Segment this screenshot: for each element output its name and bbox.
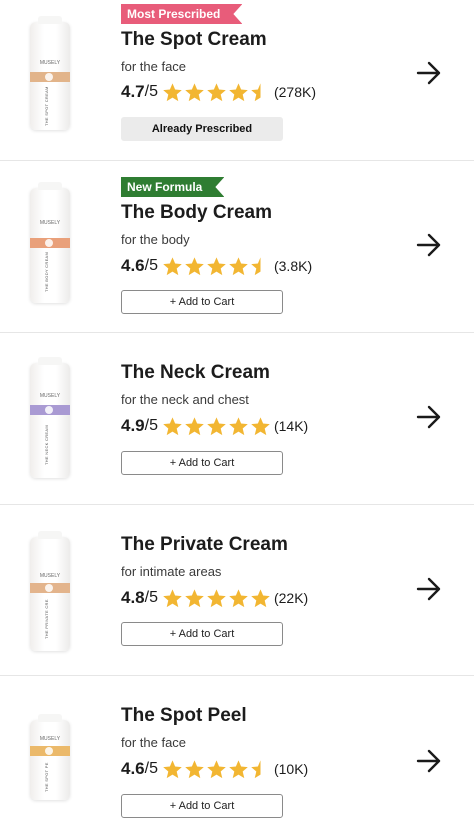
product-list: MUSELY THE SPOT CREAM Most Prescribed Th…: [0, 0, 474, 835]
review-count: (14K): [273, 418, 309, 434]
rating: 4.6 /5 (3.8K): [121, 254, 312, 278]
rating-max: /5: [144, 257, 158, 274]
star-icon: [251, 256, 270, 275]
product-title[interactable]: The Spot Cream: [121, 29, 267, 51]
arrow-right-icon[interactable]: [415, 575, 443, 603]
star-icon: [251, 759, 270, 778]
product-title[interactable]: The Spot Peel: [121, 705, 247, 727]
star-icon: [185, 82, 204, 101]
star-icon: [207, 759, 226, 778]
star-icon: [163, 588, 182, 607]
star-icon: [207, 256, 226, 275]
star-rating: [162, 416, 272, 437]
product-image: MUSELY THE PRIVATE CREAM: [30, 531, 70, 651]
rating-max: /5: [144, 83, 158, 100]
product-subtitle: for the face: [121, 59, 187, 74]
product-card[interactable]: MUSELY THE NECK CREAM The Neck Cream for…: [0, 333, 474, 505]
already-prescribed-button[interactable]: Already Prescribed: [121, 117, 283, 141]
badge-new-formula: New Formula: [121, 177, 224, 197]
product-title[interactable]: The Body Cream: [121, 202, 272, 224]
rating-max: /5: [144, 417, 158, 434]
product-subtitle: for the face: [121, 735, 187, 750]
arrow-right-icon[interactable]: [415, 747, 443, 775]
product-image: MUSELY THE BODY CREAM: [30, 182, 70, 303]
product-image-band: [30, 405, 70, 415]
product-title[interactable]: The Neck Cream: [121, 362, 270, 384]
rating: 4.8 /5 (22K): [121, 586, 308, 610]
product-card[interactable]: MUSELY THE BODY CREAM New Formula The Bo…: [0, 161, 474, 333]
review-count: (3.8K): [273, 258, 313, 274]
arrow-right-icon[interactable]: [415, 403, 443, 431]
product-image-band: [30, 583, 70, 593]
rating-score: 4.6: [121, 256, 145, 275]
star-rating: [162, 588, 272, 609]
product-image: MUSELY THE SPOT PEEL: [30, 714, 70, 800]
star-icon: [229, 416, 248, 435]
star-icon: [163, 256, 182, 275]
rating: 4.9 /5 (14K): [121, 414, 308, 438]
product-subtitle: for intimate areas: [121, 564, 222, 579]
star-icon: [185, 416, 204, 435]
product-card[interactable]: MUSELY THE SPOT CREAM Most Prescribed Th…: [0, 0, 474, 161]
star-icon: [251, 416, 270, 435]
star-icon: [207, 82, 226, 101]
star-icon: [229, 82, 248, 101]
star-icon: [207, 588, 226, 607]
rating-max: /5: [144, 760, 158, 777]
review-count: (10K): [273, 761, 309, 777]
product-image-band: [30, 746, 70, 756]
star-icon: [163, 759, 182, 778]
star-icon: [163, 82, 182, 101]
arrow-right-icon[interactable]: [415, 231, 443, 259]
star-icon: [185, 588, 204, 607]
star-icon: [229, 759, 248, 778]
star-rating: [162, 256, 272, 277]
rating-score: 4.9: [121, 416, 145, 435]
add-to-cart-button[interactable]: + Add to Cart: [121, 794, 283, 818]
star-icon: [229, 256, 248, 275]
product-image-band: [30, 238, 70, 248]
review-count: (278K): [273, 84, 317, 100]
product-image: MUSELY THE NECK CREAM: [30, 357, 70, 478]
add-to-cart-button[interactable]: + Add to Cart: [121, 451, 283, 475]
star-rating: [162, 759, 272, 780]
rating-max: /5: [144, 589, 158, 606]
star-icon: [185, 256, 204, 275]
product-image-band: [30, 72, 70, 82]
rating-score: 4.8: [121, 588, 145, 607]
rating-score: 4.6: [121, 759, 145, 778]
product-subtitle: for the body: [121, 232, 190, 247]
review-count: (22K): [273, 590, 309, 606]
star-icon: [207, 416, 226, 435]
star-rating: [162, 82, 272, 103]
badge-most-prescribed: Most Prescribed: [121, 4, 242, 24]
add-to-cart-button[interactable]: + Add to Cart: [121, 290, 283, 314]
star-icon: [163, 416, 182, 435]
product-image: MUSELY THE SPOT CREAM: [30, 16, 70, 130]
product-card[interactable]: MUSELY THE PRIVATE CREAM The Private Cre…: [0, 505, 474, 676]
rating: 4.7 /5 (278K): [121, 80, 316, 104]
rating: 4.6 /5 (10K): [121, 757, 308, 781]
product-card[interactable]: MUSELY THE SPOT PEEL The Spot Peel for t…: [0, 676, 474, 835]
product-subtitle: for the neck and chest: [121, 392, 249, 407]
star-icon: [229, 588, 248, 607]
rating-score: 4.7: [121, 82, 145, 101]
add-to-cart-button[interactable]: + Add to Cart: [121, 622, 283, 646]
star-icon: [251, 588, 270, 607]
star-icon: [185, 759, 204, 778]
arrow-right-icon[interactable]: [415, 59, 443, 87]
star-icon: [251, 82, 270, 101]
product-title[interactable]: The Private Cream: [121, 534, 288, 556]
